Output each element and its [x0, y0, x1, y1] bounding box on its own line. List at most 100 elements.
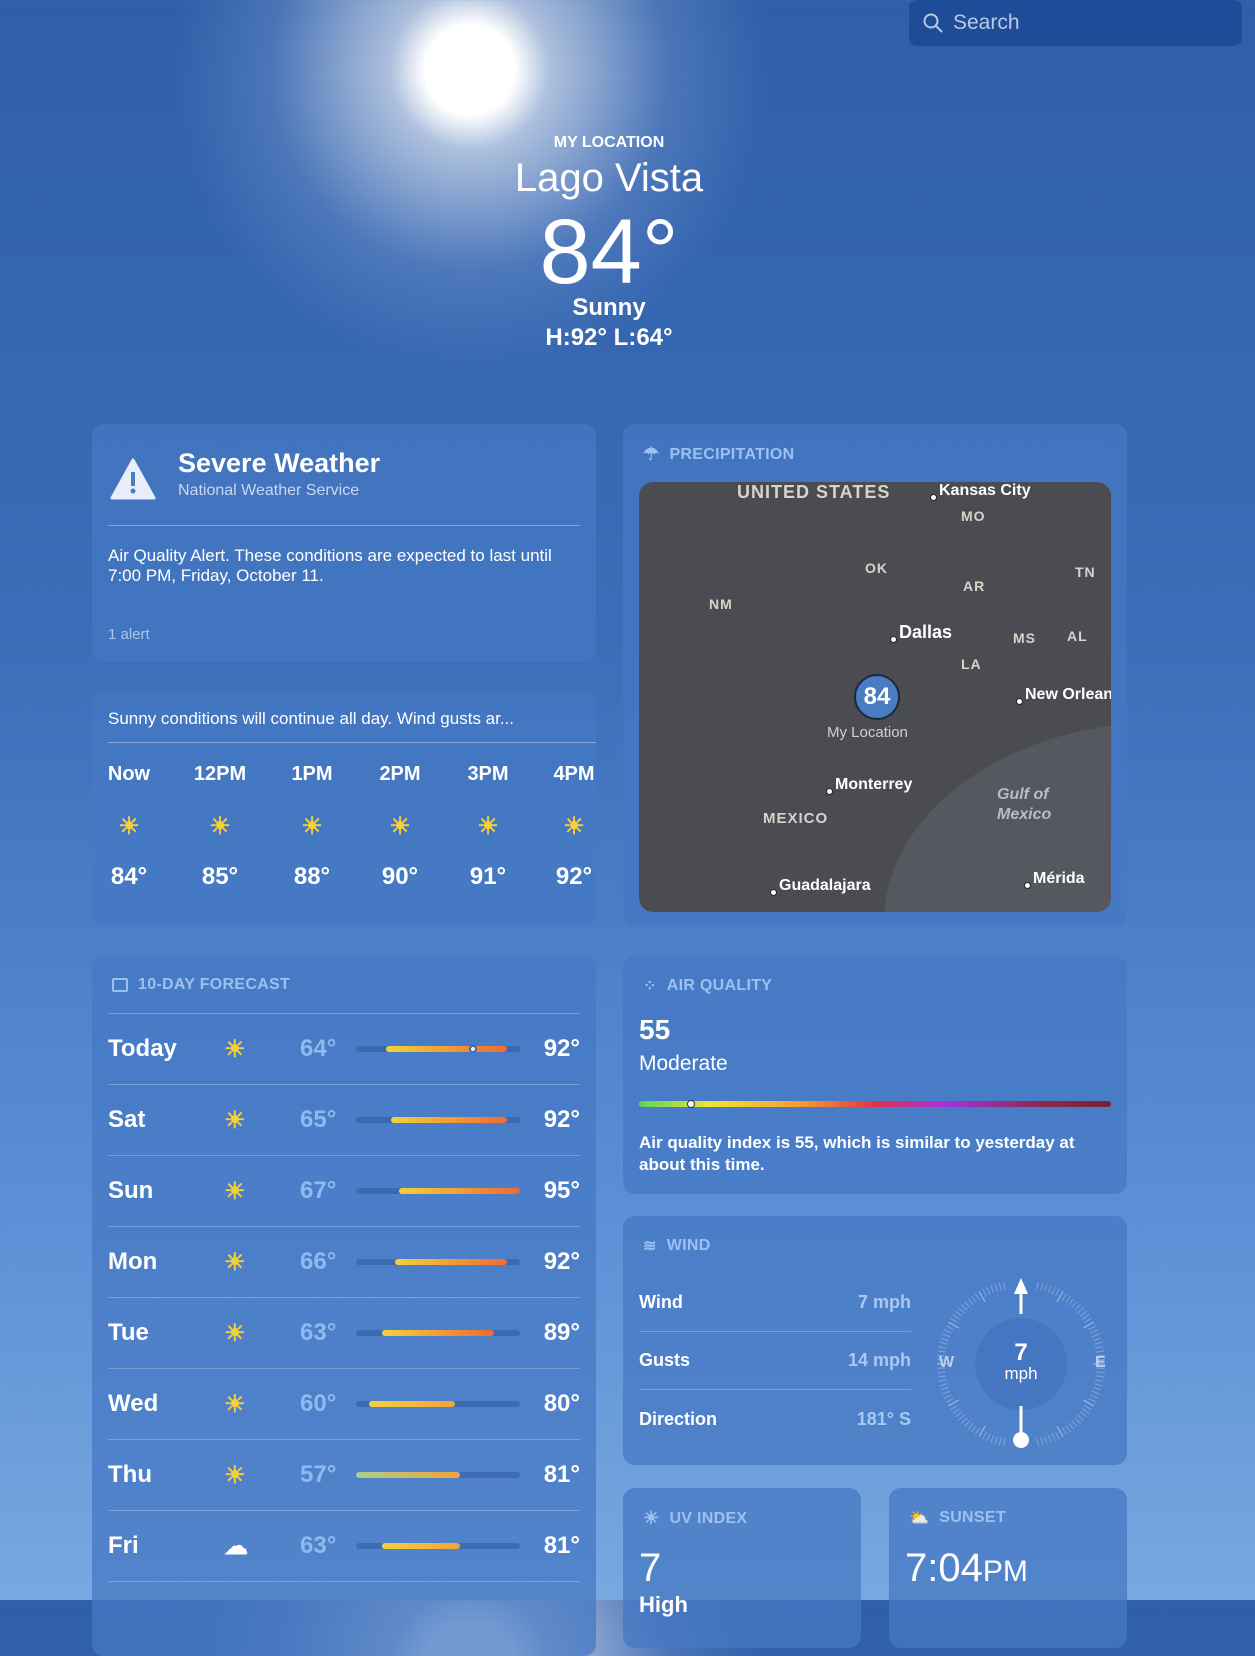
sun-icon: ☀ [224, 1390, 246, 1419]
current-temp-dot [469, 1045, 477, 1053]
forecast-row[interactable]: Today ☀ 64° 92° [108, 1013, 580, 1084]
precipitation-card[interactable]: ☂PRECIPITATION UNITED STATESKansas CityM… [623, 424, 1127, 927]
forecast-row[interactable]: Sun ☀ 67° 95° [108, 1155, 580, 1226]
day-label: Today [108, 1035, 177, 1063]
forecast-row[interactable]: Tue ☀ 63° 89° [108, 1297, 580, 1368]
high-temp: 92° [544, 1106, 580, 1134]
wind-row-label: Direction [639, 1409, 717, 1430]
low-temp: 67° [300, 1177, 336, 1205]
forecast-row[interactable]: Thu ☀ 57° 81° [108, 1439, 580, 1510]
cloud-icon: ☁ [224, 1532, 248, 1561]
city-dot [1016, 698, 1023, 705]
precipitation-map[interactable]: UNITED STATESKansas CityMOOKARTNNMDallas… [639, 482, 1111, 912]
calendar-icon [112, 978, 128, 992]
sun-icon: ☀ [224, 1319, 246, 1348]
hour-temp: 92° [534, 863, 596, 891]
warning-icon [110, 458, 156, 500]
air-quality-icon: ⁘ [643, 976, 657, 996]
wind-card[interactable]: ≋WIND Wind7 mphGusts14 mphDirection181° … [623, 1216, 1127, 1465]
sun-icon: ☀ [180, 812, 260, 841]
hour-temp: 85° [180, 863, 260, 891]
map-label: UNITED STATES [737, 482, 890, 503]
sun-icon: ☀ [224, 1248, 246, 1277]
map-label: MS [1013, 630, 1036, 646]
search-input[interactable]: Search [909, 0, 1242, 46]
day-label: Sat [108, 1106, 145, 1134]
alert-count-link[interactable]: 1 alert [108, 626, 150, 643]
city-dot [930, 494, 937, 501]
hour-label: 3PM [448, 763, 528, 786]
sunset-card[interactable]: ⛅SUNSET 7:04PM [889, 1488, 1127, 1648]
sun-icon: ☀ [643, 1508, 659, 1529]
current-temp: 84° [0, 200, 1218, 305]
aq-scale [639, 1101, 1111, 1107]
hour-label: 2PM [360, 763, 440, 786]
precip-header: ☂PRECIPITATION [643, 444, 795, 465]
forecast-row[interactable]: Fri ☁ 63° 81° [108, 1510, 580, 1581]
wind-row-label: Wind [639, 1292, 683, 1313]
sunset-time: 7:04PM [905, 1546, 1028, 1591]
city-dot [770, 889, 777, 896]
hour-temp: 88° [272, 863, 352, 891]
hour-item: 4PM ☀ 92° [534, 763, 596, 891]
high-temp: 95° [544, 1177, 580, 1205]
temp-range-bar [382, 1330, 494, 1336]
compass-west: W [939, 1354, 954, 1372]
alert-text: Air Quality Alert. These conditions are … [108, 546, 556, 586]
city-name: Lago Vista [0, 156, 1218, 201]
hour-item: 3PM ☀ 91° [448, 763, 528, 891]
compass-unit: mph [935, 1364, 1107, 1384]
wind-title: WIND [667, 1237, 711, 1255]
wind-row-value: 7 mph [858, 1292, 911, 1313]
city-dot [1024, 882, 1031, 889]
day-label: Thu [108, 1461, 152, 1489]
hour-item: 1PM ☀ 88° [272, 763, 352, 891]
search-icon [923, 13, 943, 33]
uv-level: High [639, 1592, 688, 1618]
map-label: Gulf of [997, 786, 1049, 804]
low-temp: 66° [300, 1248, 336, 1276]
day-label: Tue [108, 1319, 149, 1347]
sun-icon: ☀ [360, 812, 440, 841]
map-label: LA [961, 656, 982, 672]
low-temp: 57° [300, 1461, 336, 1489]
low-temp: 65° [300, 1106, 336, 1134]
map-label: New Orleans [1025, 686, 1111, 704]
forecast-row[interactable]: Mon ☀ 66° 92° [108, 1226, 580, 1297]
high-temp: 81° [544, 1461, 580, 1489]
uv-index-card[interactable]: ☀UV INDEX 7 High [623, 1488, 861, 1648]
hourly-forecast-card[interactable]: Sunny conditions will continue all day. … [92, 691, 596, 927]
low-temp: 63° [300, 1532, 336, 1560]
location-pin[interactable]: 84 [854, 674, 900, 720]
compass-east: E [1095, 1354, 1106, 1372]
forecast-row[interactable]: Sat ☀ 65° 92° [108, 1084, 580, 1155]
high-low: H:92° L:64° [0, 324, 1218, 352]
map-label: Monterrey [835, 776, 912, 794]
day-label: Wed [108, 1390, 158, 1418]
temp-range-bar [391, 1117, 508, 1123]
wind-row: Wind 7 mph [639, 1274, 911, 1332]
sun-icon: ☀ [534, 812, 596, 841]
air-quality-card[interactable]: ⁘AIR QUALITY 55 Moderate Air quality ind… [623, 956, 1127, 1194]
low-temp: 63° [300, 1319, 336, 1347]
hour-label: Now [92, 763, 169, 786]
hour-item: Now ☀ 84° [92, 763, 169, 891]
hour-temp: 84° [92, 863, 169, 891]
forecast-row[interactable]: Wed ☀ 60° 80° [108, 1368, 580, 1439]
severe-weather-card[interactable]: Severe Weather National Weather Service … [92, 424, 596, 662]
condition: Sunny [0, 294, 1218, 322]
temp-range-bar [382, 1543, 460, 1549]
map-label: Guadalajara [779, 877, 871, 895]
hour-label: 12PM [180, 763, 260, 786]
wind-icon: ≋ [643, 1236, 657, 1256]
map-label: NM [709, 596, 733, 612]
location-label: MY LOCATION [0, 134, 1218, 152]
low-temp: 64° [300, 1035, 336, 1063]
map-label: Dallas [899, 622, 952, 643]
sunset-title: SUNSET [939, 1509, 1006, 1527]
compass-speed: 7 [935, 1342, 1107, 1364]
uv-value: 7 [639, 1546, 661, 1591]
map-label: TN [1075, 564, 1096, 580]
high-temp: 89° [544, 1319, 580, 1347]
hour-temp: 91° [448, 863, 528, 891]
